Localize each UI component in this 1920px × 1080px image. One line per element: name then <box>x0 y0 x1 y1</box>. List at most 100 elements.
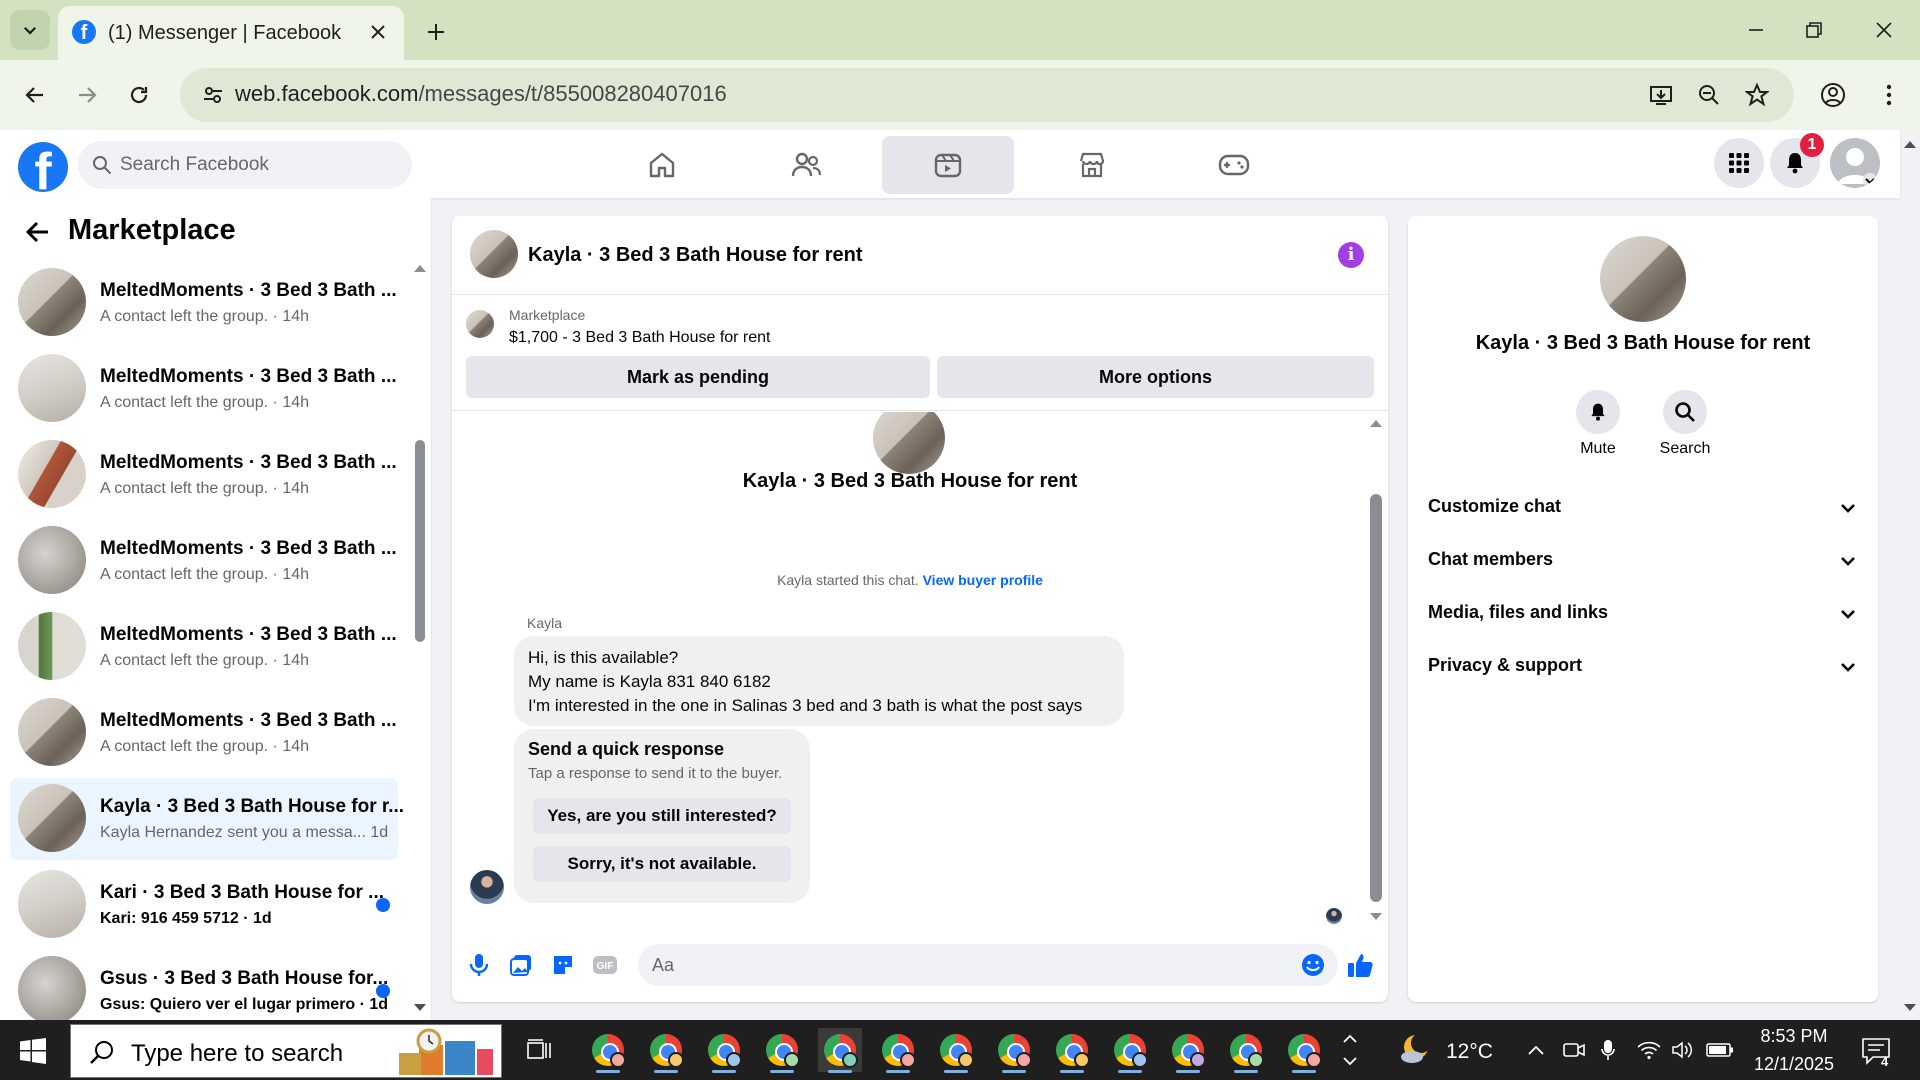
page-scroll-down-arrow[interactable] <box>1902 1000 1918 1016</box>
restore-window-button[interactable] <box>1786 10 1842 50</box>
gif-button[interactable]: GIF <box>592 952 618 978</box>
listing-thumbnail[interactable] <box>466 310 494 338</box>
more-options-button[interactable]: More options <box>937 356 1374 398</box>
home-icon <box>649 152 675 178</box>
taskbar-chrome-app[interactable] <box>760 1028 804 1073</box>
nav-marketplace[interactable] <box>1026 136 1158 194</box>
voice-clip-button[interactable] <box>466 952 492 978</box>
taskbar-chrome-app[interactable] <box>1166 1028 1210 1073</box>
taskbar-chrome-app-active[interactable] <box>818 1028 862 1073</box>
account-avatar-button[interactable] <box>1830 138 1880 188</box>
chat-header-avatar[interactable] <box>470 230 518 278</box>
network-button[interactable] <box>1636 1038 1662 1062</box>
nav-friends[interactable] <box>740 136 872 194</box>
microphone-in-use-button[interactable] <box>1596 1038 1620 1062</box>
menu-grid-button[interactable] <box>1714 138 1764 188</box>
nav-home[interactable] <box>596 136 728 194</box>
sidebar-scrollbar-thumb[interactable] <box>415 440 425 642</box>
listing-title[interactable]: $1,700 - 3 Bed 3 Bath House for rent <box>509 329 771 347</box>
taskbar-chrome-app[interactable] <box>1282 1028 1326 1073</box>
chat-scrollbar-thumb[interactable] <box>1370 494 1382 902</box>
taskbar-chrome-app[interactable] <box>876 1028 920 1073</box>
send-like-button[interactable] <box>1346 950 1376 980</box>
site-info-icon[interactable] <box>196 78 230 112</box>
customize-chat-section[interactable]: Customize chat <box>1420 482 1866 532</box>
minimize-window-button[interactable] <box>1728 10 1784 50</box>
chat-scroll-down-arrow[interactable] <box>1368 910 1384 924</box>
zoom-button[interactable] <box>1692 78 1726 112</box>
close-window-button[interactable] <box>1856 10 1912 50</box>
browser-tab[interactable]: f (1) Messenger | Facebook <box>58 6 404 60</box>
facebook-logo[interactable]: f <box>18 142 68 192</box>
volume-button[interactable] <box>1670 1038 1696 1062</box>
weather-button[interactable] <box>1396 1030 1434 1068</box>
page-scroll-up-arrow[interactable] <box>1902 136 1918 152</box>
facebook-search-input[interactable]: Search Facebook <box>78 141 412 189</box>
url-text[interactable]: web.facebook.com/messages/t/855008280407… <box>235 81 727 107</box>
chat-header-name[interactable]: Kayla · 3 Bed 3 Bath House for rent <box>528 244 863 267</box>
view-buyer-profile-link[interactable]: View buyer profile <box>923 572 1043 588</box>
taskbar-chrome-app[interactable] <box>1050 1028 1094 1073</box>
taskbar-chrome-app[interactable] <box>1224 1028 1268 1073</box>
conversation-item[interactable]: MeltedMoments · 3 Bed 3 Bath ... A conta… <box>10 434 398 516</box>
privacy-support-section[interactable]: Privacy & support <box>1420 641 1866 691</box>
message-input[interactable]: Aa <box>638 944 1338 986</box>
browser-menu-button[interactable] <box>1872 78 1906 112</box>
taskbar-search-box[interactable]: Type here to search <box>70 1024 502 1078</box>
taskbar-chrome-app[interactable] <box>992 1028 1036 1073</box>
media-files-links-section[interactable]: Media, files and links <box>1420 588 1866 638</box>
install-app-button[interactable] <box>1644 78 1678 112</box>
show-hidden-icons-button[interactable] <box>1524 1038 1548 1062</box>
notification-center-button[interactable] <box>1858 1034 1894 1068</box>
mark-as-pending-button[interactable]: Mark as pending <box>466 356 930 398</box>
chat-scroll-up-arrow[interactable] <box>1368 416 1384 430</box>
task-view-button[interactable] <box>520 1030 560 1070</box>
clock-date[interactable]: 12/1/2025 <box>1746 1054 1842 1075</box>
battery-button[interactable] <box>1706 1040 1734 1060</box>
taskbar-chrome-app[interactable] <box>644 1028 688 1073</box>
reload-button[interactable] <box>118 74 160 116</box>
chat-members-section[interactable]: Chat members <box>1420 535 1866 585</box>
quick-response-yes-button[interactable]: Yes, are you still interested? <box>533 798 791 834</box>
nav-watch[interactable] <box>882 136 1014 194</box>
weather-temperature[interactable]: 12°C <box>1446 1040 1493 1064</box>
close-tab-icon[interactable] <box>364 18 392 46</box>
info-icon[interactable]: i <box>1338 242 1364 268</box>
sidebar-scroll-up-arrow[interactable] <box>412 260 428 276</box>
conversation-item[interactable]: Gsus · 3 Bed 3 Bath House for... Gsus: Q… <box>10 950 398 1020</box>
taskbar-chrome-app[interactable] <box>586 1028 630 1073</box>
conversation-item[interactable]: Kari · 3 Bed 3 Bath House for ... Kari: … <box>10 864 398 946</box>
sidebar-scroll-down-arrow[interactable] <box>412 1000 428 1016</box>
conversation-preview: A contact left the group. · 14h <box>100 738 310 755</box>
emoji-button[interactable] <box>1300 952 1326 978</box>
search-in-chat-button[interactable]: Search <box>1650 390 1720 462</box>
conversation-item[interactable]: MeltedMoments · 3 Bed 3 Bath ... A conta… <box>10 606 398 688</box>
back-to-chats-button[interactable] <box>22 216 54 248</box>
taskbar-chrome-app[interactable] <box>702 1028 746 1073</box>
attach-photo-button[interactable] <box>508 952 534 978</box>
nav-gaming[interactable] <box>1168 136 1300 194</box>
conversation-item[interactable]: MeltedMoments · 3 Bed 3 Bath ... A conta… <box>10 692 398 774</box>
clock-time[interactable]: 8:53 PM <box>1746 1026 1842 1047</box>
sender-avatar[interactable] <box>470 870 504 904</box>
meet-now-button[interactable] <box>1562 1038 1586 1062</box>
message-bubble[interactable]: Hi, is this available? My name is Kayla … <box>514 636 1124 726</box>
taskbar-chrome-app[interactable] <box>1108 1028 1152 1073</box>
conversation-item[interactable]: MeltedMoments · 3 Bed 3 Bath ... A conta… <box>10 520 398 602</box>
conversation-item[interactable]: MeltedMoments · 3 Bed 3 Bath ... A conta… <box>10 348 398 430</box>
taskbar-chrome-app[interactable] <box>934 1028 978 1073</box>
start-button[interactable] <box>14 1034 52 1068</box>
mute-button[interactable]: Mute <box>1563 390 1633 462</box>
forward-button[interactable] <box>66 74 108 116</box>
tab-search-button[interactable] <box>10 10 50 50</box>
new-tab-button[interactable] <box>418 14 454 50</box>
conversation-item-active[interactable]: Kayla · 3 Bed 3 Bath House for r... Kayl… <box>10 778 404 860</box>
conversation-item[interactable]: MeltedMoments · 3 Bed 3 Bath ... A conta… <box>10 262 398 344</box>
sticker-button[interactable] <box>550 952 576 978</box>
taskbar-overflow-button[interactable] <box>1338 1024 1362 1076</box>
browser-profile-button[interactable] <box>1816 78 1850 112</box>
info-avatar[interactable] <box>1600 236 1686 322</box>
back-button[interactable] <box>14 74 56 116</box>
bookmark-star-button[interactable] <box>1740 78 1774 112</box>
quick-response-sorry-button[interactable]: Sorry, it's not available. <box>533 846 791 882</box>
